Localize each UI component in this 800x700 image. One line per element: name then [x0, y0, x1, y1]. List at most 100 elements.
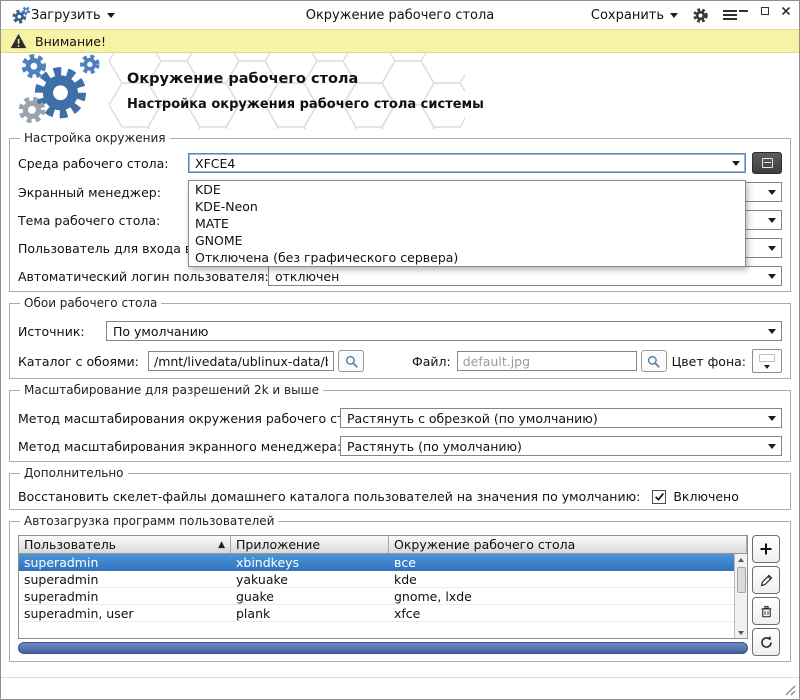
autostart-table[interactable]: Пользователь ▲ Приложение Окружение рабо…: [18, 535, 748, 639]
gear-icon: [692, 7, 709, 24]
save-button[interactable]: Сохранить: [591, 8, 678, 23]
scaling-desktop-combobox[interactable]: Растянуть с обрезкой (по умолчанию): [340, 408, 782, 428]
scaling-group: Масштабирование для разрешений 2k и выше…: [9, 383, 791, 462]
table-row[interactable]: superadmin xbindkeys все: [19, 554, 747, 571]
warning-icon: [10, 33, 27, 49]
scroll-down-icon[interactable]: [735, 627, 748, 638]
table-row[interactable]: superadmin, user plank xfce: [19, 605, 747, 622]
chevron-down-icon: [768, 190, 776, 195]
wallpaper-dir-browse-button[interactable]: [338, 350, 364, 372]
column-header-env[interactable]: Окружение рабочего стола: [389, 536, 747, 554]
gears-logo: [13, 52, 105, 130]
wallpaper-dir-input[interactable]: [148, 351, 334, 371]
warning-banner: Внимание!: [1, 29, 799, 53]
wallpaper-source-value: По умолчанию: [107, 324, 763, 339]
dropdown-item-disabled[interactable]: Отключена (без графического сервера): [189, 249, 745, 266]
scroll-up-icon[interactable]: [735, 554, 748, 565]
desktop-env-extra-button[interactable]: [752, 152, 782, 174]
edit-entry-button[interactable]: [752, 566, 780, 594]
maximize-button[interactable]: [759, 5, 770, 16]
dropdown-item-mate[interactable]: MATE: [189, 215, 745, 232]
add-entry-button[interactable]: [752, 535, 780, 563]
statusbar: [1, 677, 799, 699]
scaling-dm-label: Метод масштабирования экранного менеджер…: [18, 439, 340, 454]
autologin-combobox[interactable]: отключен: [268, 266, 782, 286]
scaling-dm-combobox[interactable]: Растянуть (по умолчанию): [340, 436, 782, 456]
app-window: Загрузить Окружение рабочего стола Сохра…: [0, 0, 800, 700]
display-manager-label: Экранный менеджер:: [18, 185, 188, 200]
scaling-desktop-label: Метод масштабирования окружения рабочего…: [18, 411, 340, 426]
delete-entry-button[interactable]: [752, 597, 780, 625]
chevron-down-icon: [670, 13, 678, 18]
refresh-button[interactable]: [752, 628, 780, 656]
wallpaper-dir-label: Каталог с обоями:: [18, 354, 148, 369]
load-button-label: Загрузить: [31, 8, 101, 23]
scrollbar-thumb[interactable]: [737, 567, 746, 593]
table-row[interactable]: superadmin yakuake kde: [19, 571, 747, 588]
desktop-env-combobox[interactable]: XFCE4: [188, 153, 746, 173]
bg-color-label: Цвет фона:: [672, 354, 746, 369]
dropdown-item-kde-neon[interactable]: KDE-Neon: [189, 198, 745, 215]
close-button[interactable]: [780, 5, 791, 16]
wallpaper-file-input[interactable]: [457, 351, 637, 371]
window-controls: [738, 5, 791, 16]
login-user-label: Пользователь для входа в систему:: [18, 241, 188, 256]
column-header-app[interactable]: Приложение: [231, 536, 389, 554]
autologin-value: отключен: [269, 269, 763, 284]
scaling-dm-value: Растянуть (по умолчанию): [341, 439, 763, 454]
pencil-icon: [759, 573, 774, 588]
color-swatch: [759, 354, 775, 362]
menu-button[interactable]: [723, 10, 737, 20]
dropdown-item-gnome[interactable]: GNOME: [189, 232, 745, 249]
page-subtitle: Настройка окружения рабочего стола систе…: [127, 97, 484, 112]
wallpaper-source-combobox[interactable]: По умолчанию: [106, 321, 782, 341]
wallpaper-group-legend: Обои рабочего стола: [20, 296, 161, 310]
desktop-env-value: XFCE4: [189, 156, 727, 171]
column-header-user[interactable]: Пользователь ▲: [19, 536, 231, 554]
table-horizontal-scrollbar[interactable]: [18, 642, 748, 654]
check-icon: [654, 491, 665, 502]
chevron-down-icon: [768, 416, 776, 421]
table-vertical-scrollbar[interactable]: [734, 554, 747, 638]
table-header: Пользователь ▲ Приложение Окружение рабо…: [19, 536, 747, 554]
trash-icon: [759, 604, 774, 619]
settings-button[interactable]: [692, 7, 709, 24]
autostart-group-legend: Автозагрузка программ пользователей: [20, 514, 278, 528]
skel-checkbox-label: Включено: [673, 489, 739, 504]
autologin-label: Автоматический логин пользователя:: [18, 269, 268, 284]
bg-color-button[interactable]: [752, 349, 782, 373]
page-title: Окружение рабочего стола: [127, 71, 484, 87]
wallpaper-file-label: Файл:: [412, 354, 451, 369]
sort-asc-icon: ▲: [214, 540, 225, 550]
package-icon: [762, 158, 773, 168]
desktop-env-label: Среда рабочего стола:: [18, 156, 188, 171]
chevron-down-icon: [732, 161, 740, 166]
app-gears-icon: [11, 5, 31, 25]
minimize-icon: [739, 10, 748, 12]
close-icon: [781, 6, 791, 16]
chevron-down-icon: [768, 444, 776, 449]
scrollbar-thumb[interactable]: [18, 642, 748, 654]
environment-group-legend: Настройка окружения: [20, 131, 170, 145]
scaling-desktop-value: Растянуть с обрезкой (по умолчанию): [341, 411, 763, 426]
refresh-icon: [759, 635, 774, 650]
minimize-button[interactable]: [738, 5, 749, 16]
load-button[interactable]: Загрузить: [31, 8, 115, 23]
autostart-group: Автозагрузка программ пользователей Поль…: [9, 514, 791, 662]
chevron-down-icon: [768, 329, 776, 334]
scaling-group-legend: Масштабирование для разрешений 2k и выше: [20, 383, 323, 397]
chevron-down-icon: [768, 246, 776, 251]
maximize-icon: [761, 7, 769, 15]
chevron-down-icon: [764, 365, 770, 369]
skel-restore-checkbox[interactable]: [652, 490, 666, 504]
environment-group: Настройка окружения Среда рабочего стола…: [9, 131, 791, 292]
wallpaper-file-browse-button[interactable]: [641, 350, 667, 372]
resize-grip[interactable]: [782, 682, 796, 696]
skel-restore-label: Восстановить скелет-файлы домашнего ката…: [18, 489, 640, 504]
dropdown-item-kde[interactable]: KDE: [189, 181, 745, 198]
wallpaper-group: Обои рабочего стола Источник: По умолчан…: [9, 296, 791, 379]
page-header: Окружение рабочего стола Настройка окруж…: [1, 53, 799, 129]
desktop-theme-label: Тема рабочего стола:: [18, 213, 188, 228]
table-row[interactable]: superadmin guake gnome, lxde: [19, 588, 747, 605]
magnifier-icon: [646, 354, 661, 369]
